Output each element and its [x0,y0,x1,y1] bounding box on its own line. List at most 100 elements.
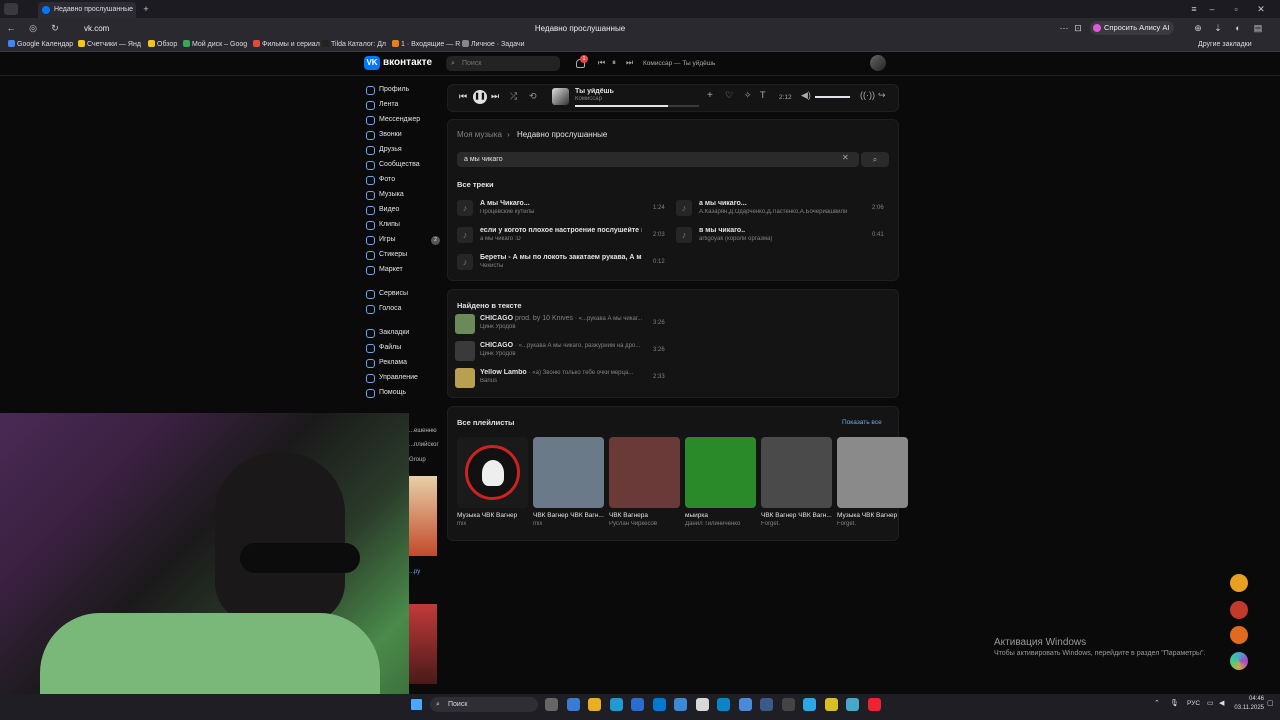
browser-tab[interactable]: Недавно прослушанные [38,2,136,18]
sidebar-icon[interactable]: ▤ [1252,20,1264,36]
next-icon[interactable]: ⏭ [491,91,499,102]
nav-item-1[interactable]: Лента [362,99,442,112]
found-artist[interactable]: Цинк Уродов [480,351,640,357]
task-view-icon[interactable] [545,698,558,711]
header-next-icon[interactable]: ⏭ [626,58,633,68]
app-icon[interactable] [717,698,730,711]
taskbar-search[interactable]: ⌕ Поиск [430,697,538,712]
track-row[interactable]: ♪ а мы чикаго... А.Казарян,Д.Одарченко,Д.Л… [676,198,888,220]
app-icon[interactable] [1230,601,1248,619]
track-artist[interactable]: artigoyak (короли оргазма) [699,236,861,242]
app-icon[interactable] [1230,652,1248,670]
bookmark-item[interactable]: Обзор [148,38,177,52]
bookmark-item[interactable]: 1 · Входящие — R [392,38,460,52]
speaker-icon[interactable]: ◀ [1219,699,1224,707]
pause-button[interactable]: ❚❚ [473,90,487,104]
track-row[interactable]: ♪ Береты - А мы по локоть закатаем рукава… [457,252,669,274]
broadcast-icon[interactable]: ((·)) [860,90,875,100]
peek-link[interactable]: ...ру [409,569,420,575]
vk-logo-text[interactable]: вконтакте [383,57,432,68]
nav-item-0[interactable]: Сервисы [362,288,442,301]
tray-chevron-icon[interactable]: ⌃ [1154,699,1160,707]
found-artist[interactable]: Цинк Уродов [480,324,640,330]
nav-item-2[interactable]: Реклама [362,357,442,370]
playlist-title[interactable]: мыирка [685,512,757,519]
playlist-subtitle[interactable]: Forget. [761,521,833,527]
nav-item-7[interactable]: Музыка [362,189,442,202]
bookmark-item[interactable]: Google Календар [8,38,73,52]
notification-icon[interactable]: ▢ [1267,699,1274,707]
breadcrumb-root[interactable]: Моя музыка [457,130,502,139]
header-prev-icon[interactable]: ⏮ [598,58,605,68]
track-row[interactable]: ♪ если у когото плохое настроение послуше… [457,225,669,247]
nav-item-1[interactable]: Голоса [362,303,442,316]
playlist-cover[interactable] [457,437,528,508]
vk-logo-icon[interactable]: VK [364,56,380,70]
magic-icon[interactable]: ✧ [744,90,752,101]
telegram-icon[interactable] [738,698,752,711]
language-indicator[interactable]: РУС [1187,700,1200,707]
playlist-subtitle[interactable]: mix [457,521,529,527]
mic-icon[interactable]: 🎙 [1170,699,1179,707]
network-icon[interactable]: ▭ [1207,699,1214,707]
ad-banner-2[interactable] [409,604,437,684]
nav-item-0[interactable]: Профиль [362,84,442,97]
extension-icon[interactable]: ⊕ [1192,20,1204,36]
music-search-input[interactable]: а мы чикаго [457,152,859,167]
header-now-playing[interactable]: Комиссар — Ты уйдёшь [643,60,715,67]
menu-icon[interactable]: ≡ [1188,1,1200,17]
yandex-icon[interactable] [695,698,709,711]
nav-item-2[interactable]: Мессенджер [362,114,442,127]
minimize-icon[interactable]: – [1206,1,1218,17]
nav-item-9[interactable]: Клипы [362,219,442,232]
found-row[interactable]: CHICAGO prod. by 10 Knives · «...рукава … [455,313,667,335]
other-bookmarks[interactable]: Другие закладки [1198,38,1252,52]
explorer-icon[interactable] [566,698,580,711]
bookmark-item[interactable]: Фильмы и сериал [253,38,320,52]
playlist-subtitle[interactable]: Forget. [837,521,909,527]
store-icon[interactable] [631,698,644,711]
back-icon[interactable]: ← [5,20,17,36]
track-row[interactable]: ♪ в мы чикаго.. artigoyak (короли оргазма)… [676,225,888,247]
browser-menu-icon[interactable] [4,3,18,15]
clear-search-icon[interactable]: ✕ [842,153,849,162]
volume-icon[interactable]: ◀) [801,90,811,101]
nav-item-4[interactable]: Помощь [362,387,442,400]
star-icon[interactable] [1230,574,1248,592]
avatar[interactable] [870,55,886,71]
edge-icon[interactable] [609,698,623,711]
track-artist[interactable]: Чекисты [480,263,642,269]
shuffle-icon[interactable]: ⤮ [510,91,517,102]
playlist-subtitle[interactable]: mix [533,521,605,527]
nav-item-6[interactable]: Фото [362,174,442,187]
app-icon[interactable] [867,698,881,711]
restore-icon[interactable]: ▫ [1230,1,1242,17]
repeat-icon[interactable]: ⟲ [529,91,537,102]
playlist-title[interactable]: Музыка ЧВК Вагнер [457,512,529,519]
search-button[interactable]: ⌕ [861,152,889,167]
downloads-icon[interactable]: ⇣ [1212,20,1224,36]
reload-icon[interactable]: ↻ [49,20,61,36]
playlist-subtitle[interactable]: Руслан Чиркесов [609,521,681,527]
show-all-link[interactable]: Показать все [842,419,882,426]
found-row[interactable]: Yellow Lambo · «а) Звоню только тебе очк… [455,367,667,389]
nav-item-5[interactable]: Сообщества [362,159,442,172]
bookmark-item[interactable]: Tilda Каталог: Дл [322,38,386,52]
playlist-cover[interactable] [761,437,832,508]
app-icon[interactable] [824,698,838,711]
nav-item-3[interactable]: Звонки [362,129,442,142]
found-artist[interactable]: Barius [480,378,640,384]
ad-banner[interactable] [409,476,437,556]
nav-item-11[interactable]: Стикеры [362,249,442,262]
player-artist[interactable]: Комиссар [575,96,602,102]
folder-icon[interactable] [588,698,601,711]
new-tab-icon[interactable]: + [140,1,152,17]
playlist-cover[interactable] [685,437,756,508]
playlist-title[interactable]: ЧВК Вагнер ЧВК Вагн... [533,512,605,519]
playlist-title[interactable]: Музыка ЧВК Вагнер [837,512,909,519]
clock-time[interactable]: 04:46 [1234,696,1264,702]
add-icon[interactable]: + [707,90,713,101]
track-artist[interactable]: А.Казарян,Д.Одарченко,Д.Ластенко,А.Бочер… [699,209,861,215]
playlist-cover[interactable] [837,437,908,508]
bookmark-item[interactable]: Мой диск – Goog [183,38,247,52]
